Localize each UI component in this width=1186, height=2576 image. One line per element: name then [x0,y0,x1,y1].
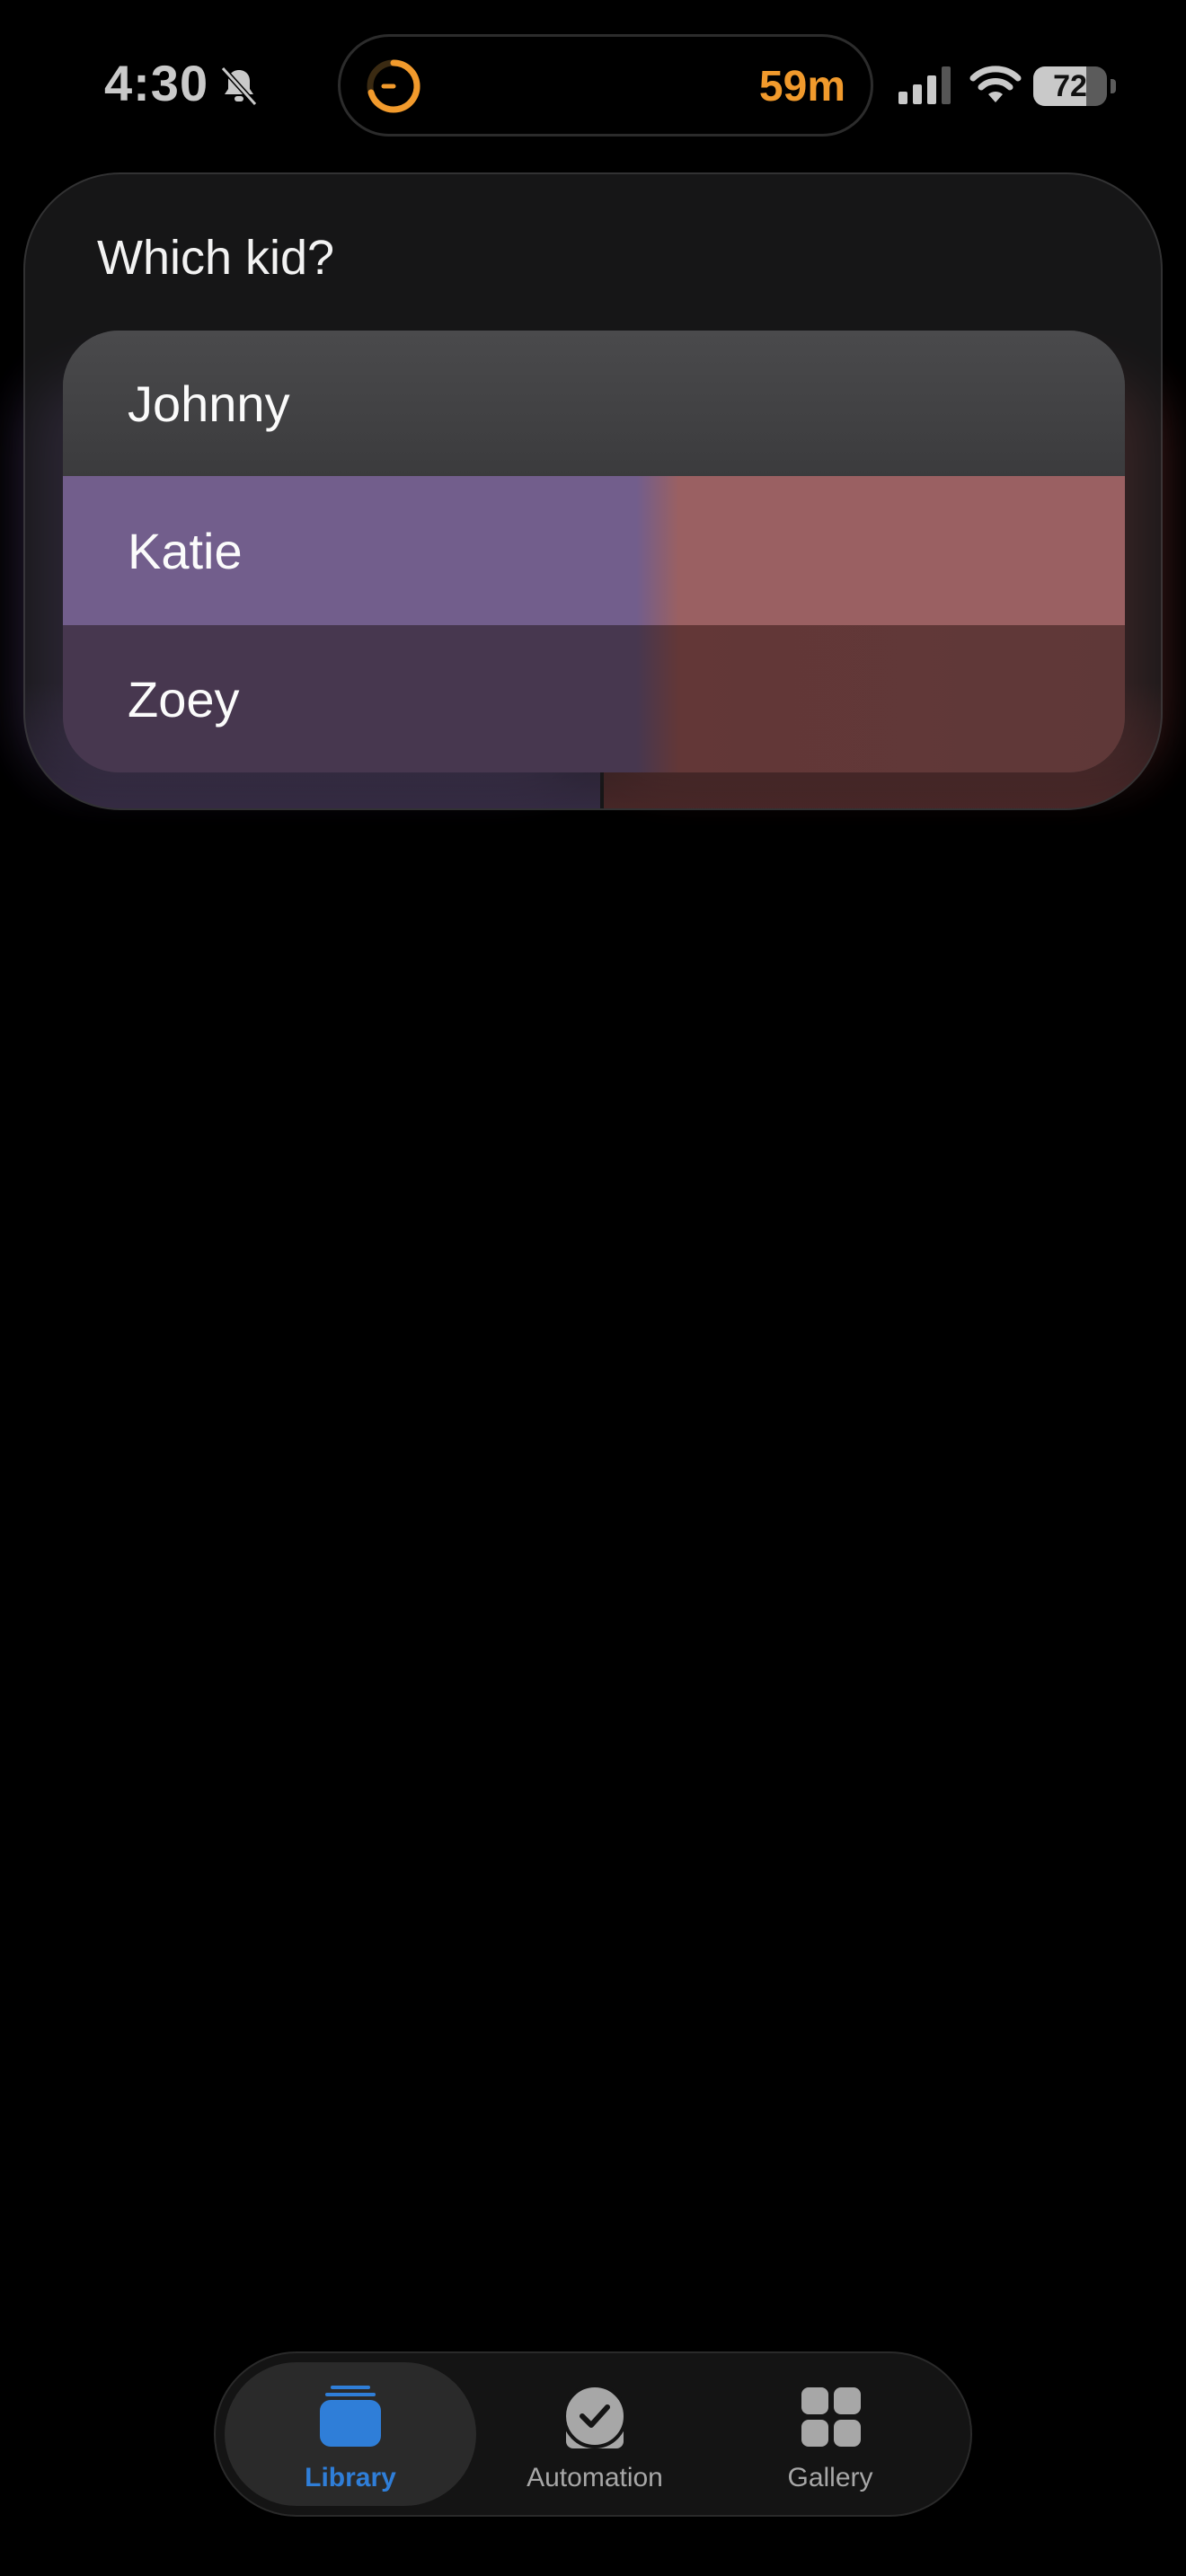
wifi-icon [969,66,1022,102]
option-zoey[interactable]: Zoey [63,625,1125,772]
option-list: Johnny Katie Zoey [63,331,1125,772]
battery-nub [1111,79,1116,93]
tab-library[interactable]: Library [225,2362,476,2506]
option-katie[interactable]: Katie [63,476,1125,625]
tab-gallery[interactable]: Gallery [704,2362,956,2506]
timer-remaining: 59m [758,63,845,110]
tab-library-label: Library [305,2463,396,2492]
battery-level: 72 [1053,69,1087,103]
clock-check-icon [562,2384,627,2448]
prompt-title: Which kid? [97,231,335,285]
bell-slash-icon [220,66,258,107]
dynamic-island[interactable]: 59m [338,34,873,137]
option-johnny[interactable]: Johnny [63,331,1125,476]
status-bar: 4:30 59m 72 [0,0,1186,171]
cellular-signal-icon [898,66,951,104]
status-time: 4:30 [104,55,209,111]
battery-icon: 72 [1033,66,1107,106]
tab-automation[interactable]: Automation [469,2362,721,2506]
battery-indicator: 72 [1033,66,1116,106]
grid-icon [801,2387,861,2447]
tab-bar: Library Automation Gallery [214,2351,972,2517]
library-stack-icon [320,2386,381,2447]
timer-ring-icon [367,59,420,113]
tab-automation-label: Automation [527,2463,663,2492]
prompt-sheet: Which kid? Johnny Katie Zoey [23,172,1163,810]
tab-gallery-label: Gallery [787,2463,873,2492]
